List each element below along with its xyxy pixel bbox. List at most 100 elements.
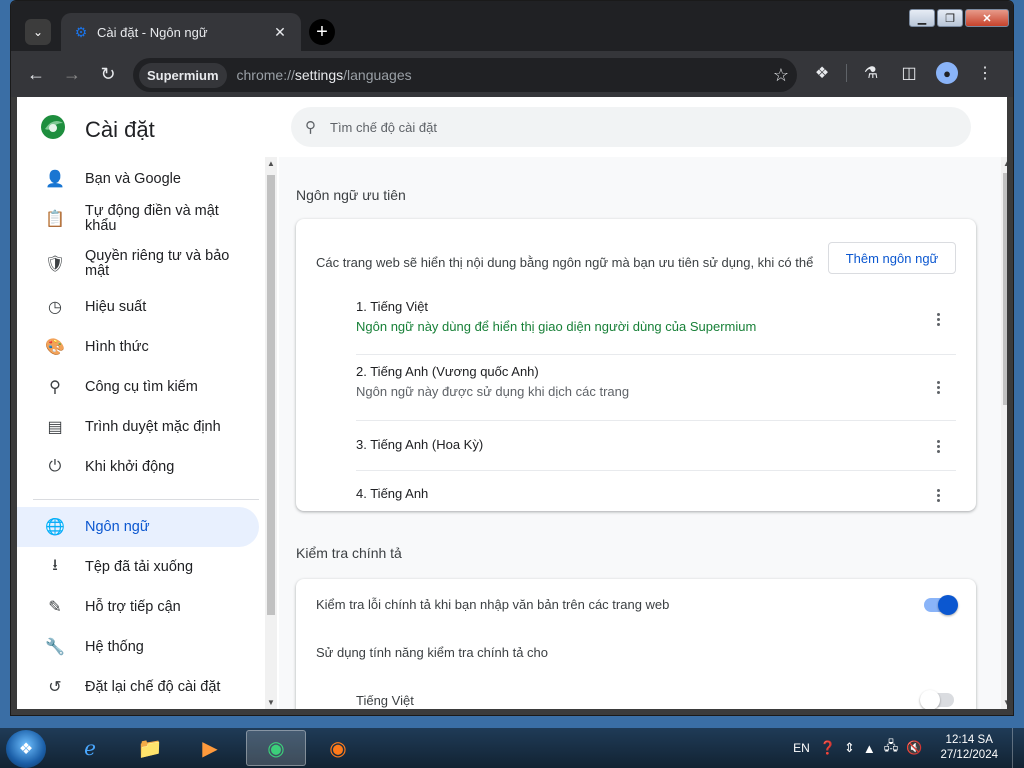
search-icon: ⚲ [49,379,61,396]
browser-toolbar: ← → ↻ Supermium chrome://settings/langua… [11,51,1013,97]
language-row: 1. Tiếng Việt Ngôn ngữ này dùng để hiển … [356,291,956,355]
sidebar-item-reset[interactable]: ↺ Đặt lại chế độ cài đặt [17,675,249,699]
sidebar-scrollbar[interactable]: ▲ ▼ [265,157,277,709]
reload-button[interactable]: ↻ [91,57,125,91]
scroll-down-arrow-icon[interactable]: ▼ [1001,698,1007,707]
sidebar-item-autofill[interactable]: 📋 Tự động điền và mật khẩu [17,203,249,234]
clipboard-icon: 📋 [45,211,65,228]
main-scroll-thumb[interactable] [1003,173,1007,405]
forward-button[interactable]: → [55,57,89,91]
spellcheck-label: Kiểm tra lỗi chính tả khi bạn nhập văn b… [316,597,670,612]
more-options-icon[interactable] [930,485,946,505]
sidebar-item-label: Tự động điền và mật khẩu [85,203,219,234]
sidebar-item-appearance[interactable]: 🎨 Hình thức [17,335,249,359]
clock[interactable]: 12:14 SA 27/12/2024 [940,733,998,763]
internet-explorer-icon[interactable]: ℯ [62,730,118,766]
preferred-languages-card: Các trang web sẽ hiển thị nội dung bằng … [296,219,976,511]
language-note: Ngôn ngữ này được sử dụng khi dịch các t… [356,384,630,399]
sidebar-item-performance[interactable]: ◷ Hiệu suất [17,295,249,319]
settings-search[interactable]: ⚲ [291,107,971,147]
scroll-down-arrow-icon[interactable]: ▼ [265,698,277,707]
language-note: Ngôn ngữ này dùng để hiển thị giao diện … [356,319,757,334]
sidebar-item-privacy[interactable]: 🛡 Quyền riêng tư và bảo mật [17,247,249,281]
start-button[interactable]: ❖ [6,730,46,768]
maximize-button[interactable]: ❐ [937,9,963,27]
clock-date: 27/12/2024 [940,749,998,761]
search-input[interactable] [330,119,930,135]
scroll-up-arrow-icon[interactable]: ▲ [1001,159,1007,168]
sidebar-item-on-startup[interactable]: ⏻ Khi khởi động [17,455,249,479]
language-row: 4. Tiếng Anh [356,471,956,511]
close-window-button[interactable]: ✕ [965,9,1009,27]
more-options-icon[interactable] [930,309,946,329]
help-icon[interactable]: ❓ [820,740,836,756]
media-player-icon[interactable]: ▶ [182,730,238,766]
sidebar-item-languages[interactable]: 🌐 Ngôn ngữ [17,507,259,547]
supermium-taskbar-icon[interactable]: ◉ [246,730,306,766]
input-options-icon[interactable]: ⇕ [844,740,855,756]
tab-search-button[interactable]: ⌄ [25,19,51,45]
sidebar-item-label: Trình duyệt mặc định [85,418,221,435]
arrow-right-icon: → [63,63,81,84]
minimize-button[interactable]: ▁ [909,9,935,27]
browser-window-icon: ▤ [47,419,63,436]
show-hidden-icons-icon[interactable]: ▲ [863,741,876,756]
palette-icon: 🎨 [45,339,65,356]
profile-button[interactable]: ● [933,59,961,87]
bookmark-star-icon[interactable]: ☆ [773,65,789,86]
sidebar-item-label: Hiệu suất [85,298,147,315]
address-bar[interactable]: Supermium chrome://settings/languages ☆ [133,58,797,92]
more-options-icon[interactable] [930,377,946,397]
menu-kebab-icon[interactable]: ⋮ [971,59,999,87]
sidebar-item-default-browser[interactable]: ▤ Trình duyệt mặc định [17,415,249,439]
settings-header: Cài đặt ⚲ [17,97,1007,157]
url-text[interactable]: chrome://settings/languages [237,67,773,83]
reload-icon: ↻ [100,63,116,84]
side-panel-icon[interactable]: ◫ [895,59,923,87]
spellcheck-toggle[interactable] [924,595,958,615]
spellcheck-use-for-label: Sử dụng tính năng kiểm tra chính tả cho [316,645,549,660]
main-panel: Ngôn ngữ ưu tiên Các trang web sẽ hiển t… [279,157,1001,709]
tab-close-icon[interactable]: ✕ [271,24,289,41]
sidebar-item-label: Tệp đã tải xuống [85,558,194,575]
sidebar-item-label: Hỗ trợ tiếp cận [85,598,181,615]
sidebar-item-accessibility[interactable]: ✎ Hỗ trợ tiếp cận [17,595,249,619]
firefox-icon[interactable]: ◉ [310,730,366,766]
language-name: 1. Tiếng Việt [356,299,429,314]
back-button[interactable]: ← [19,57,53,91]
speedometer-icon: ◷ [48,299,62,316]
sidebar-item-label: Hệ thống [85,638,144,655]
add-language-button[interactable]: Thêm ngôn ngữ [828,242,956,274]
sidebar-item-downloads[interactable]: ⭳ Tệp đã tải xuống [17,555,249,579]
main-scrollbar[interactable]: ▲ ▼ [1001,157,1007,709]
network-icon[interactable]: 🖧 [884,737,899,759]
file-explorer-icon[interactable]: 📁 [122,730,178,766]
language-name: 3. Tiếng Anh (Hoa Kỳ) [356,437,484,452]
spellcheck-vi-toggle[interactable] [920,690,954,709]
sidebar-divider [33,499,259,500]
more-options-icon[interactable] [930,436,946,456]
spellcheck-language-vi: Tiếng Việt [356,693,414,708]
search-icon: ⚲ [305,119,316,136]
spellcheck-card: Kiểm tra lỗi chính tả khi bạn nhập văn b… [296,579,976,709]
input-language[interactable]: EN [793,741,810,755]
page-title: Cài đặt [85,117,155,142]
extensions-icon[interactable]: ❖ [808,59,836,87]
sidebar-item-you-and-google[interactable]: 👤 Bạn và Google [17,167,249,191]
sidebar-scroll-thumb[interactable] [267,175,275,615]
system-tray: EN ❓ ⇕ ▲ 🖧 🔇 12:14 SA 27/12/2024 [793,728,1024,768]
sidebar-item-system[interactable]: 🔧 Hệ thống [17,635,249,659]
scroll-up-arrow-icon[interactable]: ▲ [265,159,277,168]
accessibility-icon: ✎ [48,599,62,616]
tab-title: Cài đặt - Ngôn ngữ [97,24,208,40]
volume-muted-icon[interactable]: 🔇 [906,740,922,756]
new-tab-button[interactable]: + [309,19,335,45]
avatar-icon: ● [936,62,958,84]
gear-icon: ⚙ [74,23,88,40]
sidebar-item-search-engine[interactable]: ⚲ Công cụ tìm kiếm [17,375,249,399]
supermium-logo-icon [41,115,65,139]
show-desktop-button[interactable] [1012,728,1024,768]
labs-flask-icon[interactable]: ⚗ [857,59,885,87]
origin-chip[interactable]: Supermium [139,62,227,88]
tab-settings[interactable]: ⚙ Cài đặt - Ngôn ngữ ✕ [61,13,301,51]
